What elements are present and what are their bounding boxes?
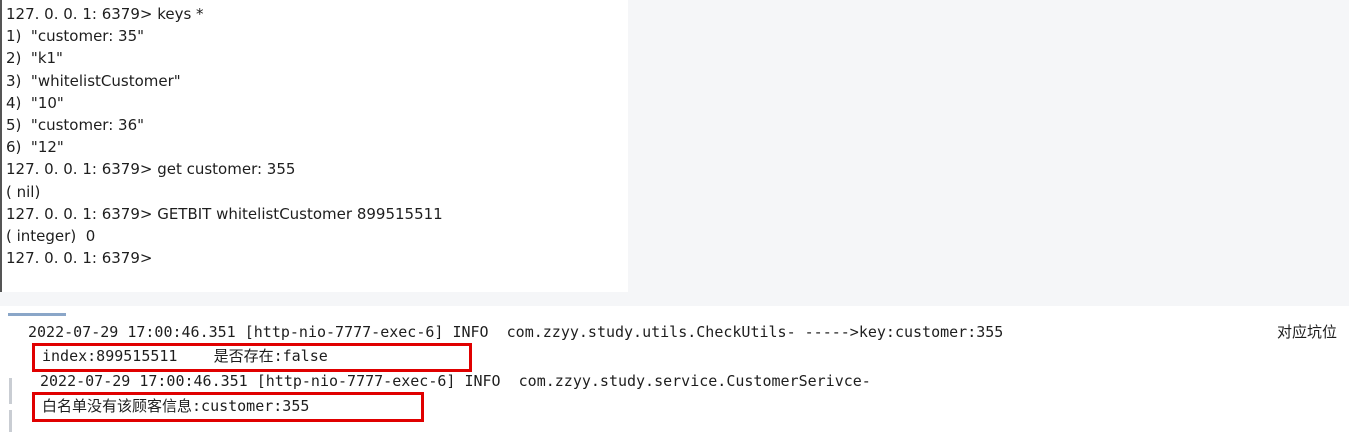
highlight-box-index bbox=[32, 343, 472, 372]
terminal-line: 1) "customer: 35" bbox=[6, 27, 145, 46]
log-note-slot: 对应坑位 bbox=[1276, 323, 1337, 341]
terminal-output: 127. 0. 0. 1: 6379> keys * 1) "customer:… bbox=[2, 0, 628, 269]
terminal-line: ( integer) 0 bbox=[6, 226, 96, 245]
console-log-panel[interactable]: 2022-07-29 17:00:46.351 [http-nio-7777-e… bbox=[0, 316, 1349, 439]
terminal-line: 3) "whitelistCustomer" bbox=[6, 71, 181, 90]
highlight-box-message bbox=[32, 392, 424, 422]
redis-cli-terminal[interactable]: 127. 0. 0. 1: 6379> keys * 1) "customer:… bbox=[0, 0, 628, 292]
terminal-line: 127. 0. 0. 1: 6379> GETBIT whitelistCust… bbox=[6, 204, 443, 223]
gutter-marker bbox=[9, 410, 12, 432]
background-area bbox=[628, 0, 1349, 292]
terminal-line: 127. 0. 0. 1: 6379> get customer: 355 bbox=[6, 160, 296, 179]
log-entry-checkutils: 2022-07-29 17:00:46.351 [http-nio-7777-e… bbox=[28, 323, 1004, 341]
gutter-marker bbox=[9, 378, 12, 404]
terminal-line: ( nil) bbox=[6, 182, 41, 201]
terminal-line: 6) "12" bbox=[6, 138, 64, 157]
terminal-line: 5) "customer: 36" bbox=[6, 115, 145, 134]
log-entry-customerservice: 2022-07-29 17:00:46.351 [http-nio-7777-e… bbox=[40, 372, 871, 390]
terminal-line: 2) "k1" bbox=[6, 49, 63, 68]
pane-divider bbox=[0, 292, 1349, 306]
terminal-line: 4) "10" bbox=[6, 93, 64, 112]
terminal-prompt: 127. 0. 0. 1: 6379> bbox=[6, 249, 153, 268]
terminal-line: 127. 0. 0. 1: 6379> keys * bbox=[6, 5, 204, 23]
